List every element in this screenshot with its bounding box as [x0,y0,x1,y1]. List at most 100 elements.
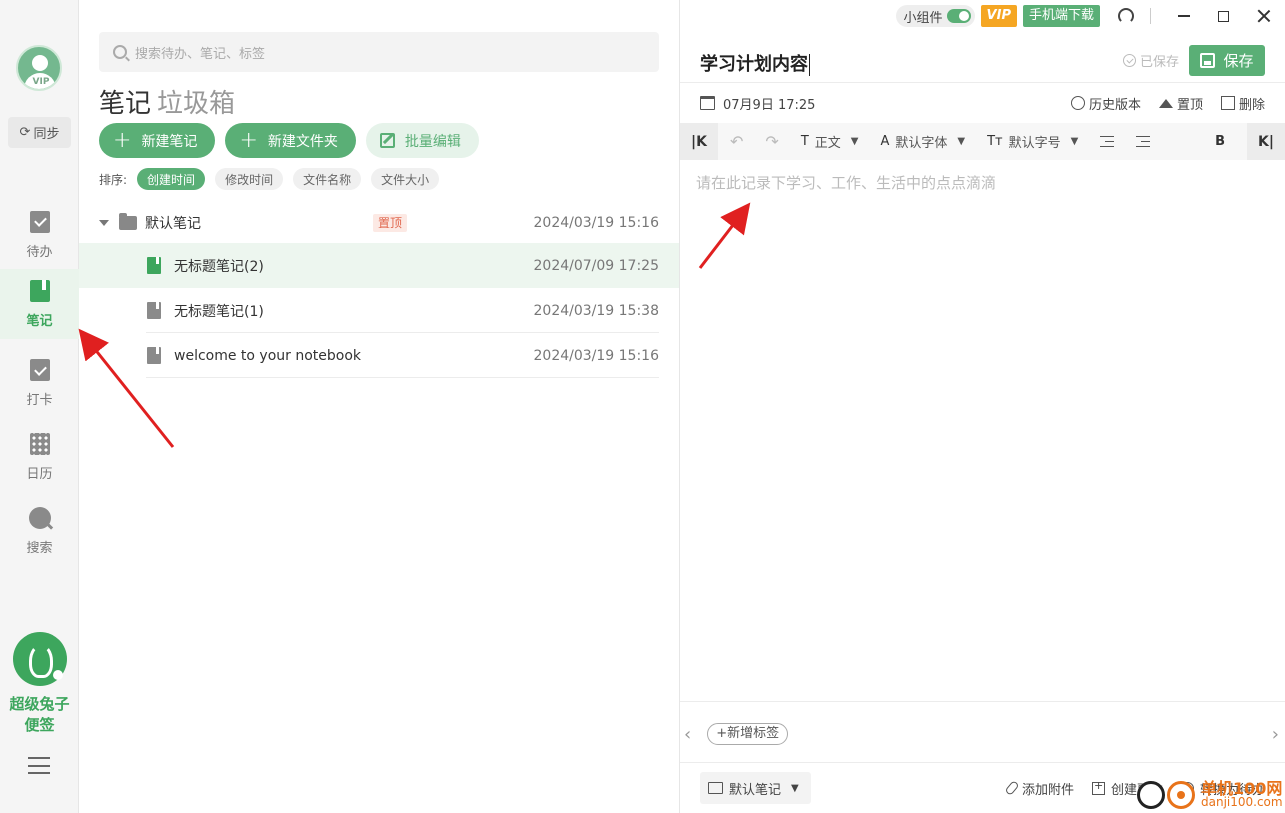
attach-label: 添加附件 [1021,782,1074,798]
calendar-icon [29,432,50,455]
batch-edit-button[interactable]: 批量编辑 [365,123,479,158]
tab-trash[interactable]: 垃圾箱 [157,89,235,119]
sync-button[interactable]: ⟳ 同步 [8,117,71,148]
save-button[interactable]: 保存 [1189,45,1265,76]
chevron-down-icon: ▼ [850,136,859,147]
collapse-left-button[interactable]: | K [680,123,718,160]
new-note-button[interactable]: + 新建笔记 [99,123,216,158]
font-size-icon: Tт [987,134,1003,149]
add-tag-button[interactable]: +新增标签 [707,723,789,745]
new-folder-label: 新建文件夹 [267,133,338,150]
outdent-button[interactable] [1100,136,1115,147]
widget-toggle[interactable]: 小组件 [895,5,975,27]
folder-date: 2024/03/19 15:16 [533,215,660,231]
redo-icon[interactable]: ↷ [765,132,778,151]
action-buttons: + 新建笔记 + 新建文件夹 批量编辑 [99,123,479,158]
note-meta-row: 07月9日 17:25 历史版本 置顶 删除 [700,92,1265,114]
vip-button[interactable]: VIP [980,5,1017,27]
indent-button[interactable] [1136,136,1151,147]
font-select[interactable]: A 默认字体 ▼ [880,132,965,151]
rail-item-label: 打卡 [26,392,53,408]
paragraph-value: 正文 [814,136,841,151]
close-icon[interactable] [1257,9,1271,23]
pin-top-icon [1158,98,1173,108]
note-list-item[interactable]: 无标题笔记(2) 2024/07/09 17:25 [79,243,679,288]
sort-option-name[interactable]: 文件名称 [293,168,362,190]
save-label: 保存 [1223,52,1254,70]
history-label: 历史版本 [1088,97,1141,113]
clock-icon [1070,96,1085,110]
trash-icon [1220,96,1235,110]
note-date: 2024/03/19 15:16 [533,347,660,364]
mobile-download-button[interactable]: 手机端下载 [1022,5,1100,27]
note-date: 07月9日 17:25 [723,97,816,113]
rail-item-label: 笔记 [26,313,53,329]
note-list-item[interactable]: 无标题笔记(1) 2024/03/19 15:38 [79,288,679,333]
pin-button[interactable]: 置顶 [1158,94,1203,113]
maximize-icon[interactable] [1218,10,1229,22]
rail-item-label: 待办 [26,244,53,260]
rail-item-checkin[interactable]: 打卡 [0,348,79,418]
rail-item-notes[interactable]: 笔记 [0,269,79,339]
rail-item-search[interactable]: 搜索 [0,496,79,566]
sort-option-size[interactable]: 文件大小 [371,168,440,190]
note-date: 2024/03/19 15:38 [533,302,660,319]
search-icon [28,506,51,529]
bold-button[interactable]: B [1215,134,1225,149]
note-title: 无标题笔记(1) [174,303,264,320]
chevron-left-icon[interactable]: ‹ [684,724,691,745]
window-topbar: 小组件 VIP 手机端下载 [895,5,1285,27]
history-button[interactable]: 历史版本 [1070,94,1141,113]
new-folder-button[interactable]: + 新建文件夹 [225,123,356,158]
note-title-input[interactable]: 学习计划内容 [700,50,810,76]
calendar-icon [700,96,715,110]
checkin-icon [29,358,50,381]
font-value: 默认字体 [895,136,948,151]
chevron-down-icon: ▼ [957,136,966,147]
delete-button[interactable]: 删除 [1220,94,1265,113]
notes-list-panel: 搜索待办、笔记、标签 笔记 垃圾箱 + 新建笔记 + 新建文件夹 批量编辑 排序:… [79,0,680,813]
minimize-icon[interactable] [1178,15,1190,17]
app-window: VIP ⟳ 同步 待办 笔记 打卡 日历 搜索 超级兔子 便签 搜索待办、笔记、… [0,0,1285,813]
copy-icon [1091,779,1105,795]
note-body-placeholder[interactable]: 请在此记录下学习、工作、生活中的点点滴滴 [696,172,996,193]
move-folder-select[interactable]: 默认笔记 ▼ [700,772,811,804]
paragraph-select[interactable]: T 正文 ▼ [801,132,859,151]
add-attachment-button[interactable]: 添加附件 [1004,779,1074,798]
sort-option-created[interactable]: 创建时间 [137,168,206,190]
note-icon [147,302,161,319]
hamburger-menu-icon[interactable] [28,757,50,774]
widget-switch[interactable] [946,9,971,23]
search-placeholder: 搜索待办、笔记、标签 [135,46,266,62]
chevron-right-icon[interactable]: › [1272,724,1279,745]
outdent-icon [1100,136,1115,147]
user-avatar[interactable]: VIP [16,45,62,91]
widget-label: 小组件 [903,10,943,26]
undo-icon[interactable]: ↶ [730,132,743,151]
note-list-item[interactable]: welcome to your notebook 2024/03/19 15:1… [79,333,679,378]
sort-option-modified[interactable]: 修改时间 [215,168,284,190]
search-input[interactable]: 搜索待办、笔记、标签 [99,32,659,72]
tag-bar: ‹ +新增标签 › [680,722,1285,746]
note-title-text: 学习计划内容 [700,54,808,75]
rail-item-label: 搜索 [26,540,53,556]
rail-item-todo[interactable]: 待办 [0,200,79,270]
collapse-right-button[interactable]: K | [1247,123,1285,160]
caret-down-icon[interactable] [99,220,109,226]
font-size-select[interactable]: Tт 默认字号 ▼ [987,132,1078,151]
sort-bar: 排序: 创建时间 修改时间 文件名称 文件大小 [99,168,440,190]
folder-select-value: 默认笔记 [729,782,782,798]
brand-name-line1: 超级兔子 [9,695,70,713]
edit-icon [379,133,395,148]
avatar-vip-badge: VIP [32,77,50,87]
headset-icon[interactable] [1118,8,1134,24]
list-tabs: 笔记 垃圾箱 [99,83,235,120]
brand-name-line2: 便签 [24,716,55,734]
rail-item-calendar[interactable]: 日历 [0,422,79,492]
plus-icon: + [113,127,132,153]
save-disk-icon [1200,53,1216,68]
tab-notes[interactable]: 笔记 [99,89,151,119]
folder-row[interactable]: 默认笔记 置顶 2024/03/19 15:16 [79,205,679,241]
note-title: welcome to your notebook [174,347,362,364]
note-icon [147,257,161,274]
